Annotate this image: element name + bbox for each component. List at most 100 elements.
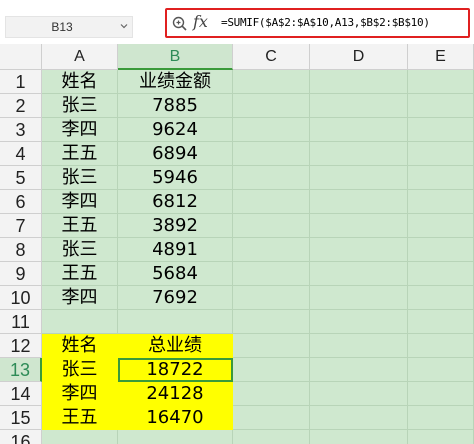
row-header-9[interactable]: 9 [0, 262, 42, 286]
cell-e3[interactable] [408, 118, 474, 142]
row-header-4[interactable]: 4 [0, 142, 42, 166]
cell-d10[interactable] [310, 286, 408, 310]
row-header-5[interactable]: 5 [0, 166, 42, 190]
select-all-corner[interactable] [0, 44, 42, 70]
cell-d5[interactable] [310, 166, 408, 190]
row-header-8[interactable]: 8 [0, 238, 42, 262]
row-header-2[interactable]: 2 [0, 94, 42, 118]
row-header-7[interactable]: 7 [0, 214, 42, 238]
column-header-b[interactable]: B [118, 44, 233, 70]
column-header-a[interactable]: A [42, 44, 118, 70]
cell-e7[interactable] [408, 214, 474, 238]
cell-e1[interactable] [408, 70, 474, 94]
cell-b4[interactable]: 6894 [118, 142, 233, 166]
cell-d13[interactable] [310, 358, 408, 382]
cell-b10[interactable]: 7692 [118, 286, 233, 310]
cell-b2[interactable]: 7885 [118, 94, 233, 118]
fx-icon[interactable]: fx [193, 12, 208, 31]
cell-b8[interactable]: 4891 [118, 238, 233, 262]
column-header-c[interactable]: C [233, 44, 310, 70]
chevron-down-icon[interactable] [120, 22, 128, 30]
cell-d12[interactable] [310, 334, 408, 358]
row-header-15[interactable]: 15 [0, 406, 42, 430]
formula-input[interactable]: =SUMIF($A$2:$A$10,A13,$B$2:$B$10) [221, 16, 430, 29]
cell-c11[interactable] [233, 310, 310, 334]
cell-b12[interactable]: 总业绩 [118, 334, 233, 358]
cell-e16[interactable] [408, 430, 474, 444]
row-header-12[interactable]: 12 [0, 334, 42, 358]
cell-e2[interactable] [408, 94, 474, 118]
cell-d15[interactable] [310, 406, 408, 430]
cell-d1[interactable] [310, 70, 408, 94]
cell-c12[interactable] [233, 334, 310, 358]
cell-e6[interactable] [408, 190, 474, 214]
zoom-icon[interactable] [172, 16, 187, 31]
cell-a4[interactable]: 王五 [42, 142, 118, 166]
cell-c1[interactable] [233, 70, 310, 94]
cell-e5[interactable] [408, 166, 474, 190]
row-header-14[interactable]: 14 [0, 382, 42, 406]
row-header-16[interactable]: 16 [0, 430, 42, 444]
cell-c5[interactable] [233, 166, 310, 190]
cell-a3[interactable]: 李四 [42, 118, 118, 142]
cell-c16[interactable] [233, 430, 310, 444]
cell-d4[interactable] [310, 142, 408, 166]
row-header-6[interactable]: 6 [0, 190, 42, 214]
cell-d9[interactable] [310, 262, 408, 286]
cell-b7[interactable]: 3892 [118, 214, 233, 238]
cell-e12[interactable] [408, 334, 474, 358]
row-header-10[interactable]: 10 [0, 286, 42, 310]
cell-e13[interactable] [408, 358, 474, 382]
cell-c15[interactable] [233, 406, 310, 430]
cell-c14[interactable] [233, 382, 310, 406]
cell-b3[interactable]: 9624 [118, 118, 233, 142]
cell-e4[interactable] [408, 142, 474, 166]
cell-a7[interactable]: 王五 [42, 214, 118, 238]
cell-a2[interactable]: 张三 [42, 94, 118, 118]
cell-b15[interactable]: 16470 [118, 406, 233, 430]
cell-c10[interactable] [233, 286, 310, 310]
cell-c9[interactable] [233, 262, 310, 286]
cell-a13[interactable]: 张三 [42, 358, 118, 382]
cell-e10[interactable] [408, 286, 474, 310]
cell-c3[interactable] [233, 118, 310, 142]
cell-c2[interactable] [233, 94, 310, 118]
cell-b1[interactable]: 业绩金额 [118, 70, 233, 94]
cell-b11[interactable] [118, 310, 233, 334]
cell-d14[interactable] [310, 382, 408, 406]
row-header-11[interactable]: 11 [0, 310, 42, 334]
cell-d7[interactable] [310, 214, 408, 238]
cell-a6[interactable]: 李四 [42, 190, 118, 214]
column-header-d[interactable]: D [310, 44, 408, 70]
cell-a10[interactable]: 李四 [42, 286, 118, 310]
cell-d16[interactable] [310, 430, 408, 444]
cell-e8[interactable] [408, 238, 474, 262]
cell-e14[interactable] [408, 382, 474, 406]
cell-a16[interactable] [42, 430, 118, 444]
cell-d11[interactable] [310, 310, 408, 334]
cell-b6[interactable]: 6812 [118, 190, 233, 214]
row-header-3[interactable]: 3 [0, 118, 42, 142]
name-box[interactable]: B13 [5, 16, 133, 38]
cell-a12[interactable]: 姓名 [42, 334, 118, 358]
cell-a5[interactable]: 张三 [42, 166, 118, 190]
cell-c7[interactable] [233, 214, 310, 238]
column-header-e[interactable]: E [408, 44, 474, 70]
cell-a9[interactable]: 王五 [42, 262, 118, 286]
cell-b14[interactable]: 24128 [118, 382, 233, 406]
cell-c13[interactable] [233, 358, 310, 382]
sheet-grid[interactable]: A B C D E 1 姓名 业绩金额 2 张三 7885 3 李四 9624 4 王五 6894 5 张三 5946… [0, 44, 474, 444]
cell-a14[interactable]: 李四 [42, 382, 118, 406]
cell-d8[interactable] [310, 238, 408, 262]
cell-c4[interactable] [233, 142, 310, 166]
cell-b5[interactable]: 5946 [118, 166, 233, 190]
cell-e11[interactable] [408, 310, 474, 334]
cell-a8[interactable]: 张三 [42, 238, 118, 262]
row-header-13[interactable]: 13 [0, 358, 42, 382]
cell-c8[interactable] [233, 238, 310, 262]
cell-a1[interactable]: 姓名 [42, 70, 118, 94]
cell-d3[interactable] [310, 118, 408, 142]
cell-d6[interactable] [310, 190, 408, 214]
cell-b9[interactable]: 5684 [118, 262, 233, 286]
cell-c6[interactable] [233, 190, 310, 214]
